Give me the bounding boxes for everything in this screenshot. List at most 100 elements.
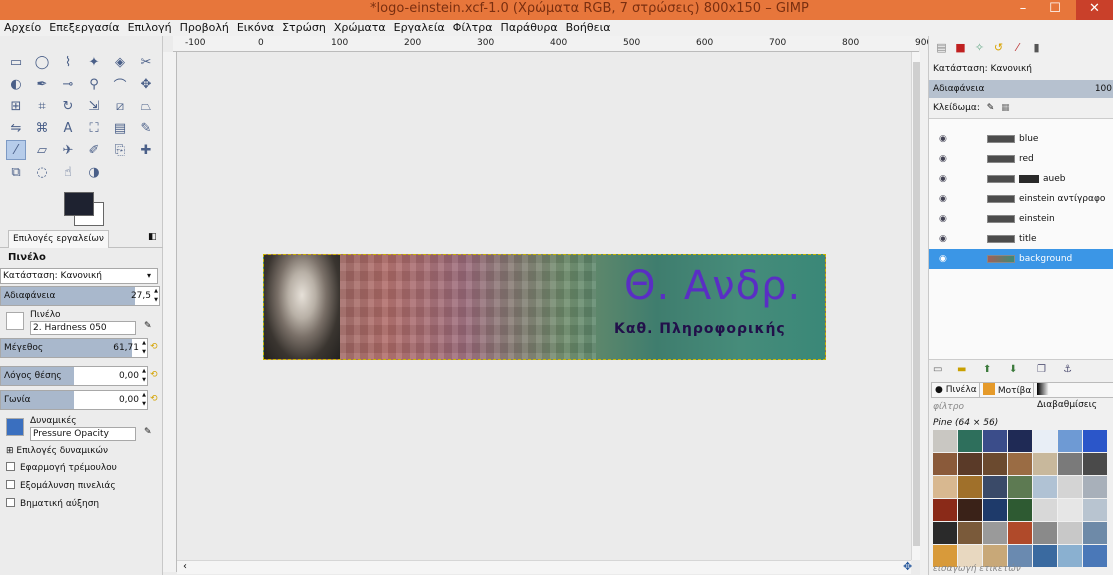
tool-flip-icon[interactable]: ⇋: [6, 118, 26, 138]
pattern-swatch[interactable]: [1083, 476, 1107, 498]
pattern-swatch[interactable]: [1058, 522, 1082, 544]
tab-tool-options[interactable]: Επιλογές εργαλείων: [8, 230, 109, 248]
layer-row[interactable]: ◉ red: [929, 149, 1113, 169]
vertical-scrollbar[interactable]: [911, 52, 920, 560]
dynamics-name-field[interactable]: Pressure Opacity: [30, 427, 136, 441]
brush-name-field[interactable]: 2. Hardness 050: [30, 321, 136, 335]
pattern-swatch[interactable]: [983, 453, 1007, 475]
menu-view[interactable]: Προβολή: [176, 20, 233, 36]
eye-visibility-icon[interactable]: ◉: [939, 189, 947, 209]
navigate-icon[interactable]: ✥: [903, 560, 912, 573]
tool-paintbrush-icon[interactable]: ⁄: [6, 140, 26, 160]
tool-move-icon[interactable]: ✥: [136, 74, 156, 94]
eye-visibility-icon[interactable]: ◉: [939, 149, 947, 169]
layer-name[interactable]: red: [1019, 149, 1034, 169]
undo-tab-icon[interactable]: ↺: [990, 40, 1007, 57]
size-slider[interactable]: Μέγεθος 61,71 ▲ ▼: [0, 338, 148, 358]
menu-file[interactable]: Αρχείο: [0, 20, 45, 36]
tool-ink-icon[interactable]: ✐: [84, 140, 104, 160]
tool-align-icon[interactable]: ⊞: [6, 96, 26, 116]
tool-foreground-select-icon[interactable]: ◐: [6, 74, 26, 94]
reset-chain-icon[interactable]: ⟲: [150, 394, 158, 404]
tool-rect-select-icon[interactable]: ▭: [6, 52, 26, 72]
layer-opacity-slider[interactable]: Αδιαφάνεια 100: [929, 80, 1113, 98]
pattern-swatch[interactable]: [1008, 476, 1032, 498]
pattern-swatch[interactable]: [1033, 545, 1057, 567]
aspect-slider[interactable]: Λόγος θέσης 0,00 ▲ ▼: [0, 366, 148, 386]
horizontal-scrollbar[interactable]: ‹: [177, 560, 911, 574]
pattern-swatch[interactable]: [933, 522, 957, 544]
tab-patterns[interactable]: Μοτίβα: [979, 382, 1036, 398]
tool-eraser-icon[interactable]: ▱: [32, 140, 52, 160]
pattern-swatch[interactable]: [1008, 522, 1032, 544]
eye-visibility-icon[interactable]: ◉: [939, 249, 947, 269]
pattern-swatch[interactable]: [958, 499, 982, 521]
pattern-swatch[interactable]: [958, 430, 982, 452]
pattern-swatch[interactable]: [983, 430, 1007, 452]
channels-tab-icon[interactable]: ■: [952, 40, 969, 57]
pattern-swatch[interactable]: [1033, 453, 1057, 475]
close-button[interactable]: ✕: [1076, 0, 1113, 20]
histogram-tab-icon[interactable]: ▮: [1028, 40, 1045, 57]
layer-mode-label[interactable]: Κατάσταση: Κανονική: [929, 64, 1113, 78]
pattern-swatch[interactable]: [933, 499, 957, 521]
pattern-swatch[interactable]: [1058, 430, 1082, 452]
tool-paths-icon[interactable]: ✒: [32, 74, 52, 94]
pattern-swatch[interactable]: [1083, 453, 1107, 475]
spin-arrows-icon[interactable]: ▲ ▼: [141, 339, 147, 357]
pattern-swatch[interactable]: [933, 476, 957, 498]
tool-airbrush-icon[interactable]: ✈: [58, 140, 78, 160]
pattern-swatch[interactable]: [958, 522, 982, 544]
tool-rotate-icon[interactable]: ↻: [58, 96, 78, 116]
minimize-button[interactable]: –: [1008, 0, 1038, 20]
vertical-ruler[interactable]: [163, 52, 177, 572]
pattern-swatch[interactable]: [1008, 453, 1032, 475]
pattern-swatch[interactable]: [1008, 499, 1032, 521]
tool-shear-icon[interactable]: ⧄: [110, 96, 130, 116]
pattern-swatch[interactable]: [1058, 476, 1082, 498]
new-layer-icon[interactable]: ▭: [933, 364, 942, 375]
tool-text-icon[interactable]: A: [58, 118, 78, 138]
tool-scissors-icon[interactable]: ✂: [136, 52, 156, 72]
dynamics-thumbnail[interactable]: [6, 418, 24, 436]
spin-arrows-icon[interactable]: ▲ ▼: [141, 391, 147, 409]
dynamics-options-expander[interactable]: ⊞ Επιλογές δυναμικών: [6, 446, 108, 456]
smooth-stroke-checkbox[interactable]: Εξομάλυνση πινελιάς: [6, 480, 116, 491]
incremental-checkbox[interactable]: Βηματική αύξηση: [6, 498, 99, 509]
filter-input[interactable]: φίλτρο: [933, 402, 1111, 416]
menu-help[interactable]: Βοήθεια: [562, 20, 615, 36]
spin-arrows-icon[interactable]: ▲ ▼: [153, 287, 159, 305]
pattern-swatch[interactable]: [933, 453, 957, 475]
layer-row[interactable]: ◉ blue: [929, 129, 1113, 149]
vertical-scrollbar-thumb[interactable]: [913, 62, 920, 546]
layer-name[interactable]: title: [1019, 229, 1037, 249]
paths-tab-icon[interactable]: ✧: [971, 40, 988, 57]
menu-edit[interactable]: Επεξεργασία: [45, 20, 123, 36]
eye-visibility-icon[interactable]: ◉: [939, 129, 947, 149]
menu-select[interactable]: Επιλογή: [124, 20, 176, 36]
tool-smudge-icon[interactable]: ☝: [58, 162, 78, 182]
scroll-left-icon[interactable]: ‹: [183, 561, 187, 572]
edit-brush-icon[interactable]: ✎: [144, 321, 152, 331]
lock-pixels-icon[interactable]: ✎: [987, 103, 995, 113]
layer-row[interactable]: ◉ einstein: [929, 209, 1113, 229]
new-group-icon[interactable]: ▬: [957, 364, 966, 375]
pattern-swatch[interactable]: [983, 476, 1007, 498]
pattern-swatch[interactable]: [1008, 430, 1032, 452]
tool-cage-icon[interactable]: ⌘: [32, 118, 52, 138]
pattern-swatch[interactable]: [1083, 522, 1107, 544]
tool-blend-icon[interactable]: ▤: [110, 118, 130, 138]
anchor-layer-icon[interactable]: ⚓: [1063, 364, 1072, 375]
pattern-swatch[interactable]: [958, 453, 982, 475]
pattern-swatch[interactable]: [1083, 545, 1107, 567]
reset-chain-icon[interactable]: ⟲: [150, 342, 158, 352]
pattern-swatch[interactable]: [1058, 453, 1082, 475]
menu-colors[interactable]: Χρώματα: [330, 20, 390, 36]
tool-dodge-burn-icon[interactable]: ◑: [84, 162, 104, 182]
pattern-swatch[interactable]: [1033, 430, 1057, 452]
menu-windows[interactable]: Παράθυρα: [497, 20, 562, 36]
tool-blur-icon[interactable]: ◌: [32, 162, 52, 182]
tool-crop-icon[interactable]: ⌗: [32, 96, 52, 116]
tag-entry-input[interactable]: εισαγωγή ετικετών: [933, 564, 1021, 574]
pattern-swatch[interactable]: [1083, 430, 1107, 452]
